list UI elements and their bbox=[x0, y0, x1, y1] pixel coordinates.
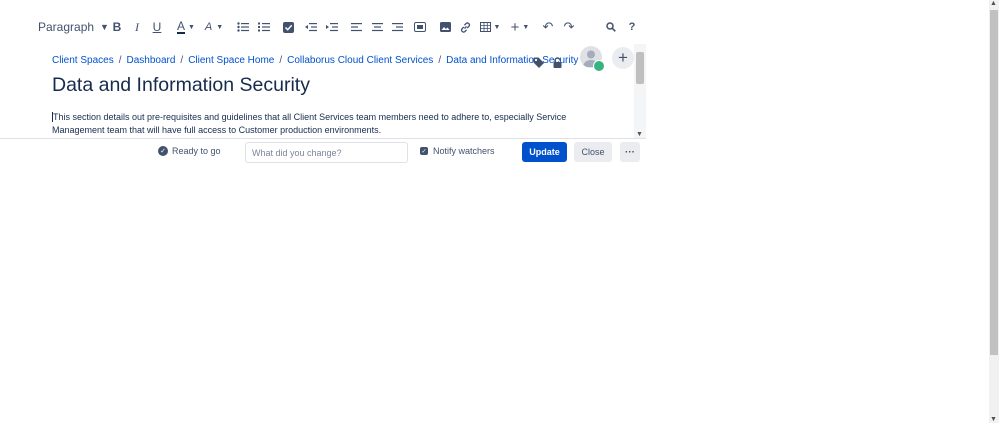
page-scrollbar[interactable]: ▲ ▼ bbox=[989, 0, 999, 423]
scroll-down-arrow-icon[interactable]: ▼ bbox=[990, 416, 997, 423]
notify-watchers-option[interactable]: ✓ Notify watchers bbox=[420, 146, 495, 156]
label-tag-icon[interactable] bbox=[533, 55, 544, 73]
breadcrumb-separator: / bbox=[180, 55, 184, 66]
align-center-icon[interactable] bbox=[370, 14, 384, 40]
indent-icon[interactable] bbox=[325, 14, 339, 40]
link-icon[interactable] bbox=[458, 14, 472, 40]
undo-icon[interactable]: ↶ bbox=[541, 14, 555, 40]
page-meta-icons bbox=[533, 55, 563, 73]
editor-scrollbar[interactable]: ▼ bbox=[634, 44, 646, 138]
image-icon[interactable] bbox=[438, 14, 452, 40]
task-list-icon[interactable] bbox=[281, 14, 295, 40]
divider bbox=[0, 138, 646, 139]
italic-icon[interactable]: I bbox=[130, 14, 144, 40]
scroll-down-arrow-icon[interactable]: ▼ bbox=[636, 131, 643, 138]
search-icon[interactable] bbox=[604, 14, 618, 40]
restrictions-lock-icon[interactable] bbox=[552, 55, 563, 73]
outdent-icon[interactable] bbox=[304, 14, 318, 40]
help-icon[interactable]: ? bbox=[625, 14, 639, 40]
ready-status: ✓ Ready to go bbox=[158, 146, 221, 156]
breadcrumb: Client Spaces / Dashboard / Client Space… bbox=[52, 55, 578, 66]
plus-icon: + bbox=[618, 48, 628, 67]
breadcrumb-separator: / bbox=[438, 55, 442, 66]
add-collaborator-button[interactable]: + bbox=[612, 47, 634, 69]
bullet-list-icon[interactable] bbox=[236, 14, 250, 40]
underline-icon[interactable]: U bbox=[150, 14, 164, 40]
check-circle-icon: ✓ bbox=[158, 146, 168, 156]
page-body-text[interactable]: This section details out pre-requisites … bbox=[52, 111, 612, 137]
change-summary-input[interactable] bbox=[245, 142, 408, 163]
notify-watchers-label: Notify watchers bbox=[433, 146, 495, 156]
paragraph-style-label: Paragraph bbox=[38, 20, 95, 34]
editor-toolbar: Paragraph ▼ B I U A ▼ A ▼ ▼ + ▼ ↶ ↷ ? bbox=[0, 14, 650, 40]
breadcrumb-link-dashboard[interactable]: Dashboard bbox=[126, 55, 175, 66]
breadcrumb-link-client-space-home[interactable]: Client Space Home bbox=[188, 55, 274, 66]
page-scrollbar-thumb[interactable] bbox=[990, 10, 998, 355]
breadcrumb-separator: / bbox=[118, 55, 122, 66]
notify-watchers-checkbox[interactable]: ✓ bbox=[420, 147, 428, 155]
align-right-icon[interactable] bbox=[390, 14, 404, 40]
text-color-icon[interactable]: A ▼ bbox=[174, 14, 198, 40]
layout-icon[interactable] bbox=[413, 14, 427, 40]
align-left-icon[interactable] bbox=[349, 14, 363, 40]
bold-icon[interactable]: B bbox=[110, 14, 124, 40]
scroll-up-arrow-icon[interactable]: ▲ bbox=[990, 0, 997, 7]
more-options-button[interactable]: ··· bbox=[620, 142, 640, 162]
avatar-status-badge bbox=[593, 60, 605, 72]
chevron-down-icon: ▼ bbox=[100, 22, 109, 32]
breadcrumb-link-collaborus-cloud-client-services[interactable]: Collaborus Cloud Client Services bbox=[287, 55, 433, 66]
page-title[interactable]: Data and Information Security bbox=[52, 74, 310, 97]
breadcrumb-separator: / bbox=[279, 55, 283, 66]
numbered-list-icon[interactable] bbox=[257, 14, 271, 40]
ready-status-label: Ready to go bbox=[172, 146, 221, 156]
breadcrumb-link-client-spaces[interactable]: Client Spaces bbox=[52, 55, 114, 66]
paragraph-style-dropdown[interactable]: Paragraph ▼ bbox=[38, 14, 109, 40]
page-body-paragraph: This section details out pre-requisites … bbox=[52, 112, 567, 135]
clear-format-icon[interactable]: A ▼ bbox=[202, 14, 226, 40]
insert-plus-icon[interactable]: + ▼ bbox=[508, 14, 532, 40]
update-button[interactable]: Update bbox=[522, 142, 567, 162]
table-icon[interactable]: ▼ bbox=[478, 14, 502, 40]
close-button[interactable]: Close bbox=[574, 142, 612, 162]
redo-icon[interactable]: ↷ bbox=[562, 14, 576, 40]
editor-scrollbar-thumb[interactable] bbox=[636, 52, 644, 84]
